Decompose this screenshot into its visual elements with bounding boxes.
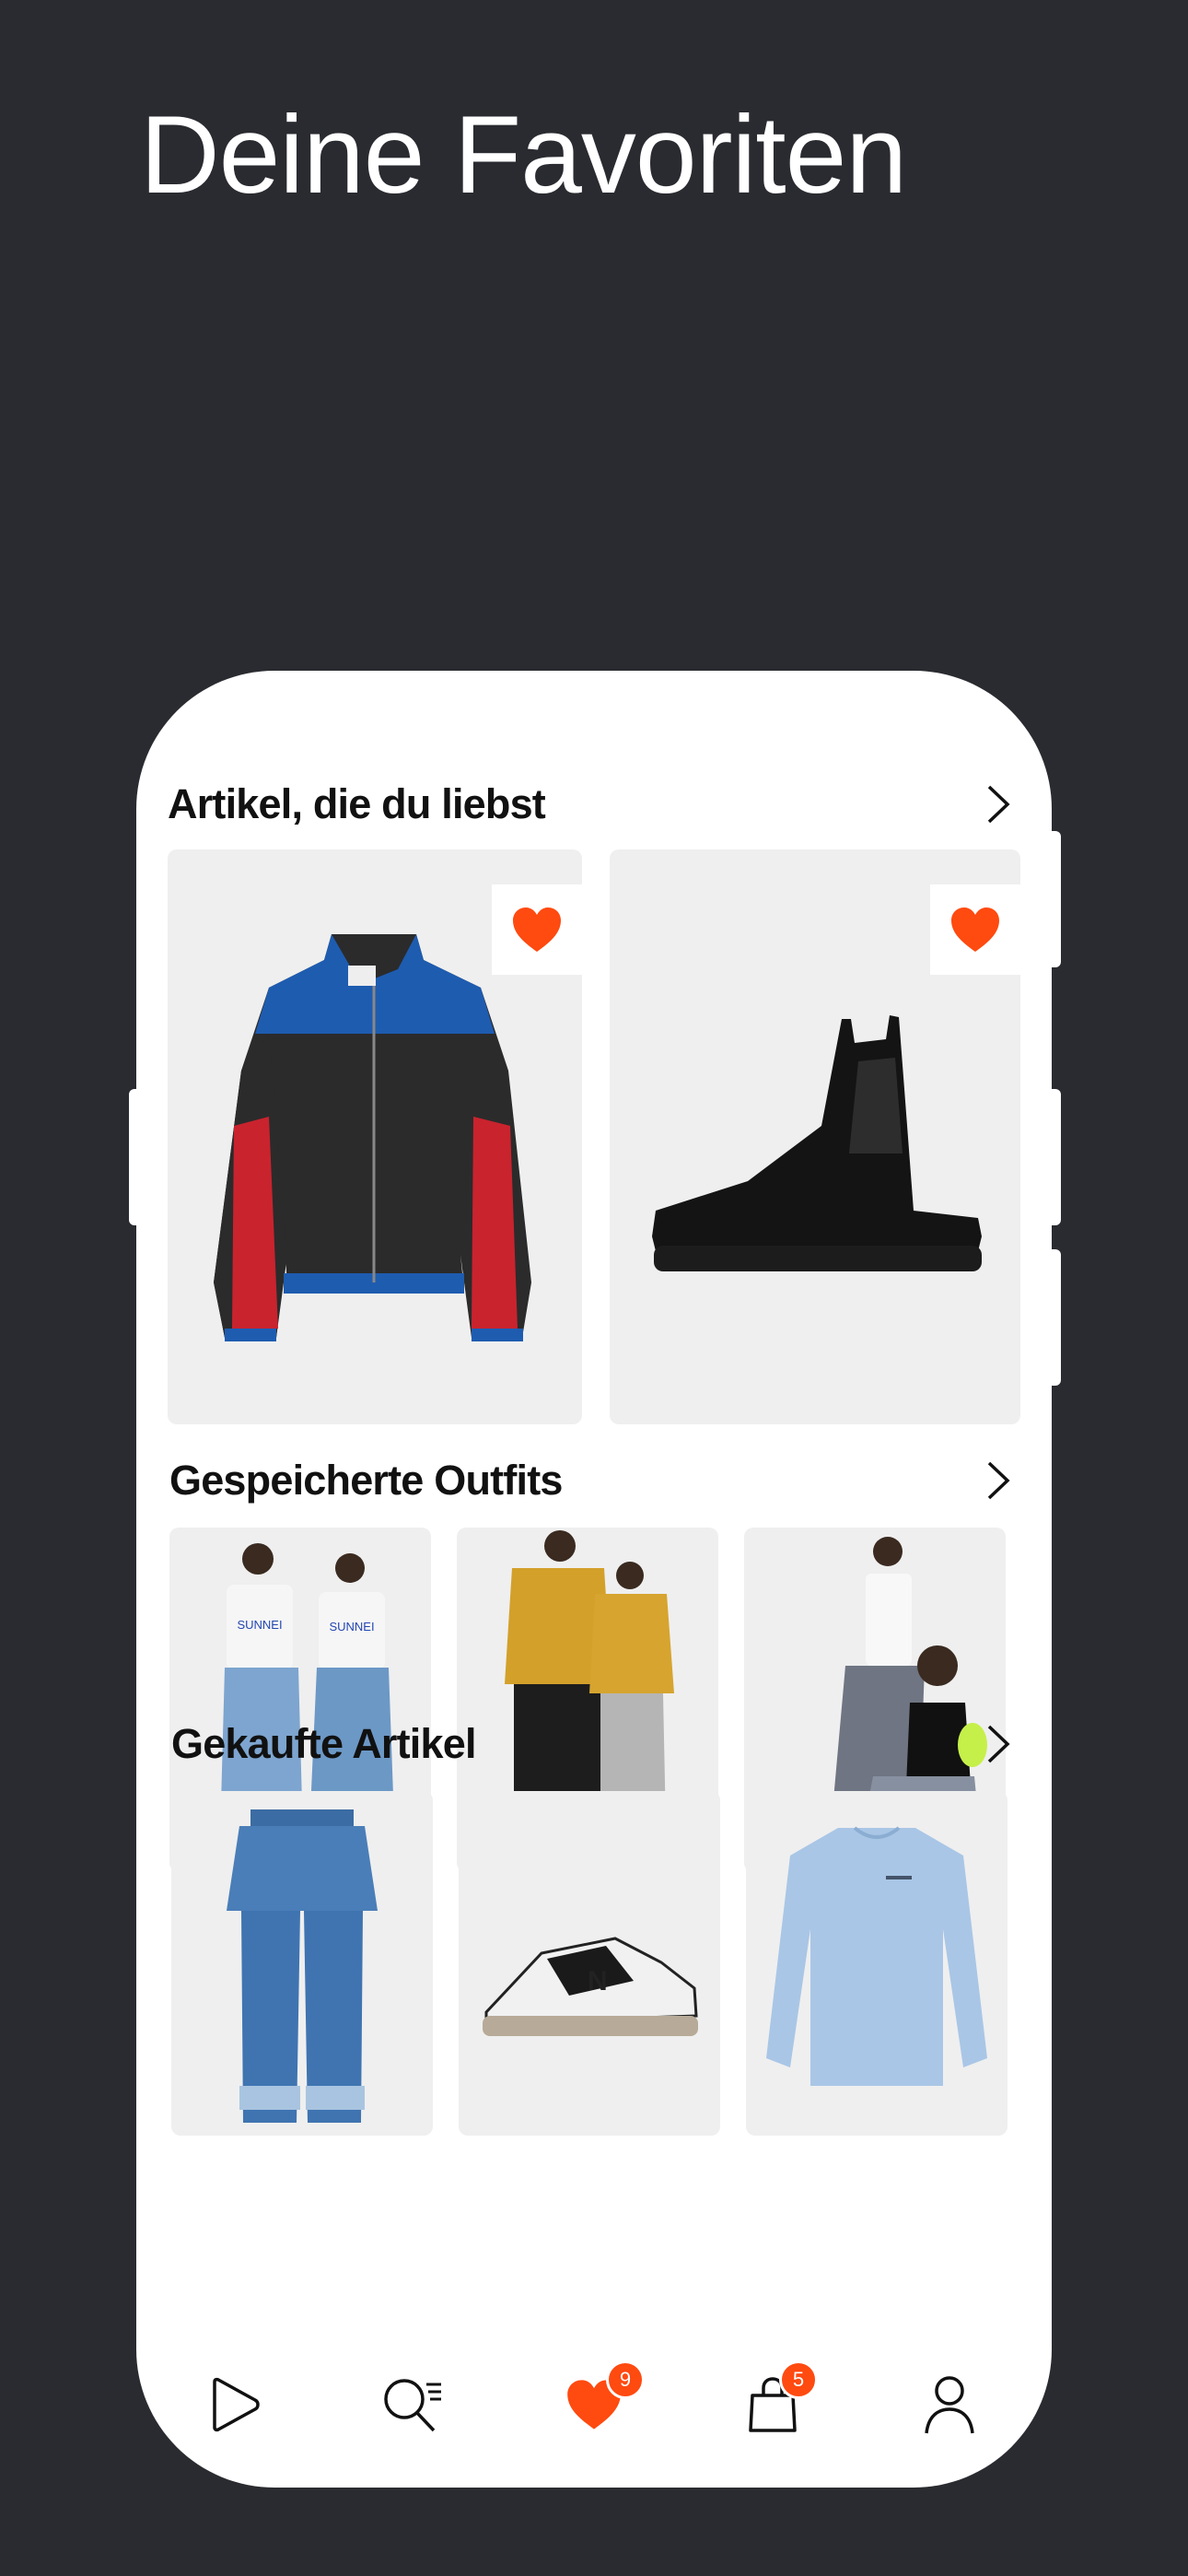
chevron-right-icon[interactable] <box>974 1458 1020 1504</box>
tab-search[interactable] <box>371 2359 454 2451</box>
favorite-toggle[interactable] <box>492 884 582 975</box>
purchased-section-header[interactable]: Gekaufte Artikel <box>136 1712 1052 1776</box>
heart-filled-icon <box>513 907 561 952</box>
chevron-right-icon[interactable] <box>974 1721 1020 1767</box>
purchased-section-title: Gekaufte Artikel <box>171 1720 476 1767</box>
play-home-icon <box>213 2377 260 2432</box>
favorites-section-header[interactable]: Artikel, die du liebst <box>136 772 1052 837</box>
sweatshirt-image <box>766 1826 987 2086</box>
svg-text:SUNNEI: SUNNEI <box>329 1620 374 1633</box>
tab-favorites[interactable]: 9 <box>553 2359 645 2451</box>
svg-text:SUNNEI: SUNNEI <box>237 1618 282 1632</box>
favorite-item-jacket[interactable] <box>168 849 582 1424</box>
purchased-item-jeans[interactable] <box>171 1791 433 2136</box>
tab-bag[interactable]: 5 <box>731 2359 818 2451</box>
sneaker-image: N <box>483 1937 698 2036</box>
phone-screen: Artikel, die du liebst Gespeicherte Outf… <box>136 671 1052 2488</box>
chevron-right-icon[interactable] <box>974 781 1020 827</box>
bag-count-badge: 5 <box>779 2360 818 2399</box>
svg-text:N: N <box>588 1966 608 1996</box>
favorite-item-boot[interactable] <box>610 849 1020 1424</box>
purchased-item-sweatshirt[interactable] <box>746 1791 1007 2136</box>
frayed-jeans-image <box>227 1809 378 2123</box>
outfits-section-title: Gespeicherte Outfits <box>169 1457 563 1504</box>
profile-icon <box>925 2376 974 2434</box>
purchased-item-sneaker[interactable]: N <box>459 1791 720 2136</box>
outfits-section-header[interactable]: Gespeicherte Outfits <box>136 1448 1052 1513</box>
favorites-section-title: Artikel, die du liebst <box>168 780 546 827</box>
favorite-toggle[interactable] <box>930 884 1020 975</box>
heart-filled-icon <box>951 907 999 952</box>
tab-profile[interactable] <box>908 2359 991 2451</box>
bottom-tab-bar: 9 5 <box>136 2359 1052 2488</box>
search-list-icon <box>384 2379 441 2432</box>
favorites-count-badge: 9 <box>606 2360 645 2399</box>
tab-home[interactable] <box>194 2359 277 2451</box>
page-headline: Deine Favoriten <box>140 93 907 217</box>
